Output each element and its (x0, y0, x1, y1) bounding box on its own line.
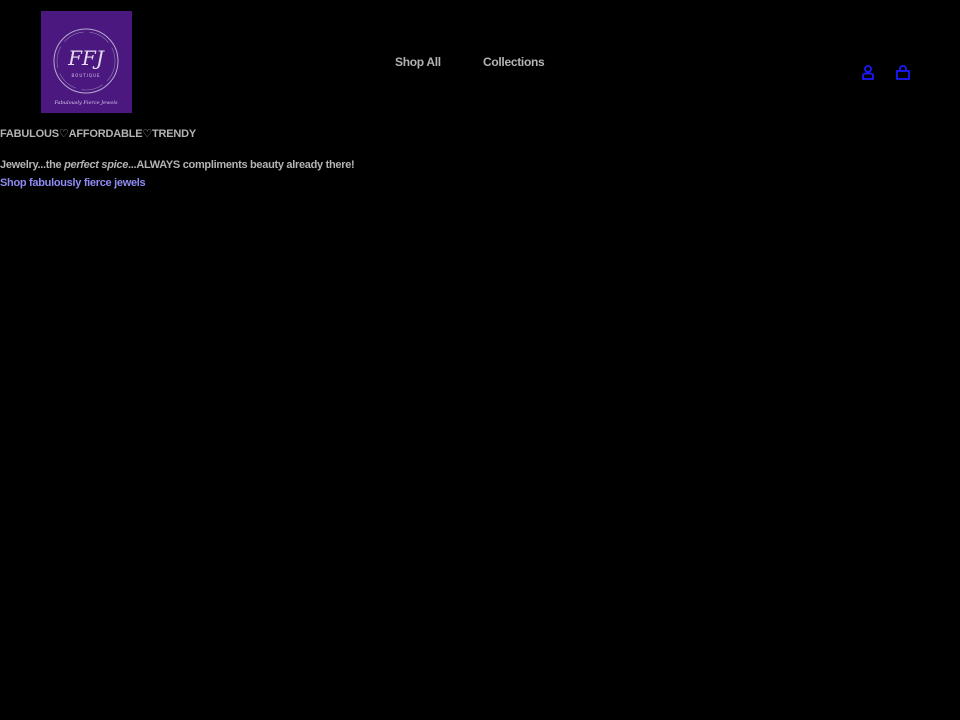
nav-collections[interactable]: Collections (483, 55, 545, 69)
logo-graphic: FFJ BOUTIQUE Fabulously Fierce Jewels (41, 11, 132, 113)
logo-monogram: FFJ (67, 46, 105, 70)
site-logo[interactable]: FFJ BOUTIQUE Fabulously Fierce Jewels (41, 11, 132, 113)
site-header: FFJ BOUTIQUE Fabulously Fierce Jewels Sh… (0, 0, 960, 122)
hero-text-end: ...ALWAYS compliments beauty already the… (128, 159, 355, 171)
tagline-trendy: TRENDY (152, 128, 197, 140)
shop-jewels-link[interactable]: Shop fabulously fierce jewels (0, 177, 146, 189)
heart-icon: ♡ (58, 128, 69, 140)
cart-icon[interactable] (894, 64, 912, 82)
account-icon[interactable] (859, 64, 877, 82)
hero-text-emphasis: perfect spice (64, 159, 129, 171)
heart-icon: ♡ (142, 128, 153, 140)
hero-text: Jewelry...the perfect spice...ALWAYS com… (0, 159, 355, 171)
logo-script-text: Fabulously Fierce Jewels (53, 100, 118, 106)
tagline-affordable: AFFORDABLE (68, 128, 143, 140)
tagline-fabulous: FABULOUS (0, 128, 59, 140)
page: FFJ BOUTIQUE Fabulously Fierce Jewels Sh… (0, 0, 960, 720)
logo-subtitle: BOUTIQUE (72, 73, 101, 78)
hero-text-start: Jewelry...the (0, 159, 65, 171)
tagline: FABULOUS♡AFFORDABLE♡TRENDY (0, 127, 196, 140)
nav-shop-all[interactable]: Shop All (395, 55, 441, 69)
